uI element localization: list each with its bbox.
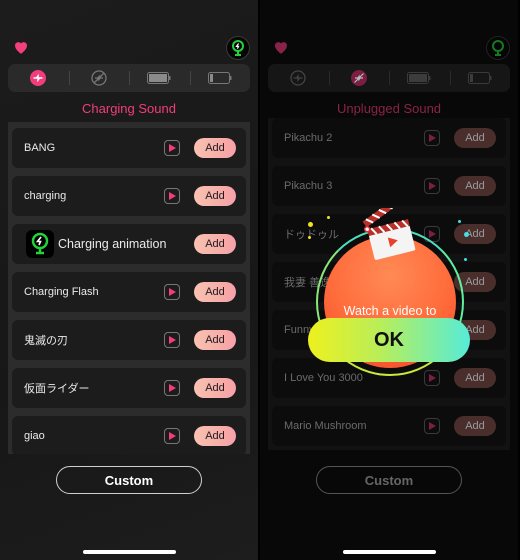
list-item: giao Add [12, 416, 246, 454]
sound-name: giao [24, 430, 45, 442]
play-icon [168, 144, 176, 152]
tab-battery-low[interactable] [189, 64, 251, 92]
sound-name: Mario Mushroom [284, 420, 367, 432]
heart-icon[interactable] [272, 38, 290, 56]
list-item: 鬼滅の刃 Add [12, 320, 246, 360]
top-bar [260, 36, 518, 62]
power-stand-icon [232, 40, 244, 56]
play-icon [168, 192, 176, 200]
add-button[interactable]: Add [194, 282, 236, 302]
sparkle-decoration [464, 232, 469, 237]
sparkle-decoration [327, 216, 330, 219]
section-title: Charging Sound [82, 101, 176, 116]
add-button[interactable]: Add [194, 426, 236, 446]
add-button[interactable]: Add [454, 416, 496, 436]
list-item: Charging Flash Add [12, 272, 246, 312]
play-preview-button[interactable] [164, 332, 180, 348]
sound-name: BANG [24, 142, 56, 154]
charging-sound-screen: Charging Sound BANG Add charging Add Cha… [0, 0, 258, 560]
list-item: 仮面ライダー Add [12, 368, 246, 408]
ok-button[interactable]: OK [308, 318, 470, 362]
sound-name: Charging animation [58, 237, 167, 251]
list-item-promo: Charging animation Add [12, 224, 246, 264]
battery-low-icon [467, 72, 492, 84]
battery-full-icon [407, 72, 431, 84]
sound-name: Charging Flash [24, 286, 99, 298]
add-button[interactable]: Add [454, 176, 496, 196]
heart-icon[interactable] [12, 38, 30, 56]
list-item: BANG Add [12, 128, 246, 168]
play-icon [428, 422, 436, 430]
home-indicator [83, 550, 176, 554]
charging-animation-button[interactable] [486, 36, 510, 60]
play-preview-button[interactable] [164, 140, 180, 156]
tab-battery-low[interactable] [449, 64, 511, 92]
play-preview-button[interactable] [164, 284, 180, 300]
tab-charging[interactable] [8, 64, 69, 92]
list-item: Mario Mushroom Add [272, 406, 506, 446]
modal-message-line1: Watch a video to [343, 304, 437, 318]
play-icon [168, 288, 176, 296]
home-indicator [343, 550, 436, 554]
section-title: Unplugged Sound [336, 101, 442, 116]
add-button[interactable]: Add [194, 378, 236, 398]
play-icon [168, 384, 176, 392]
sparkle-decoration [458, 220, 461, 223]
add-button[interactable]: Add [194, 330, 236, 350]
play-icon [428, 182, 436, 190]
sound-name: 鬼滅の刃 [24, 335, 68, 347]
add-button[interactable]: Add [454, 128, 496, 148]
sound-name: Pikachu 2 [284, 132, 333, 144]
add-button[interactable]: Add [194, 186, 236, 206]
charging-bolt-icon [290, 70, 306, 86]
sound-list[interactable]: BANG Add charging Add Charging animation… [8, 122, 250, 454]
play-icon [428, 134, 436, 142]
battery-low-icon [207, 72, 232, 84]
unplugged-bolt-icon [350, 70, 367, 86]
charging-app-icon [26, 230, 54, 258]
tab-unplugged[interactable] [68, 64, 130, 92]
add-button[interactable]: Add [194, 234, 236, 254]
sparkle-decoration [308, 222, 313, 227]
top-bar [0, 36, 258, 62]
play-preview-button[interactable] [164, 188, 180, 204]
sound-name: 仮面ライダー [24, 383, 90, 395]
list-item: Pikachu 2 Add [272, 118, 506, 158]
play-icon [168, 432, 176, 440]
tab-charging[interactable] [268, 64, 329, 92]
mode-tab-bar [8, 64, 250, 92]
add-button[interactable]: Add [194, 138, 236, 158]
custom-button[interactable]: Custom [56, 466, 202, 494]
sound-name: charging [24, 190, 67, 202]
unplugged-bolt-icon [91, 70, 107, 86]
tab-battery-full[interactable] [389, 64, 450, 92]
clapperboard-icon [362, 208, 416, 260]
sound-name: Pikachu 3 [284, 180, 333, 192]
play-preview-button[interactable] [424, 178, 440, 194]
sparkle-decoration [464, 258, 467, 261]
play-icon [168, 336, 176, 344]
play-preview-button[interactable] [164, 380, 180, 396]
play-preview-button[interactable] [424, 418, 440, 434]
sparkle-decoration [308, 236, 311, 239]
play-preview-button[interactable] [164, 428, 180, 444]
custom-button[interactable]: Custom [316, 466, 462, 494]
battery-full-icon [147, 72, 171, 84]
power-stand-icon [492, 40, 504, 56]
play-preview-button[interactable] [424, 130, 440, 146]
charging-animation-button[interactable] [226, 36, 250, 60]
charging-bolt-icon [30, 70, 47, 86]
list-item: charging Add [12, 176, 246, 216]
watch-video-modal: Watch a video to get the sound OK [260, 200, 518, 380]
mode-tab-bar [268, 64, 510, 92]
tab-battery-full[interactable] [129, 64, 190, 92]
tab-unplugged[interactable] [328, 64, 390, 92]
